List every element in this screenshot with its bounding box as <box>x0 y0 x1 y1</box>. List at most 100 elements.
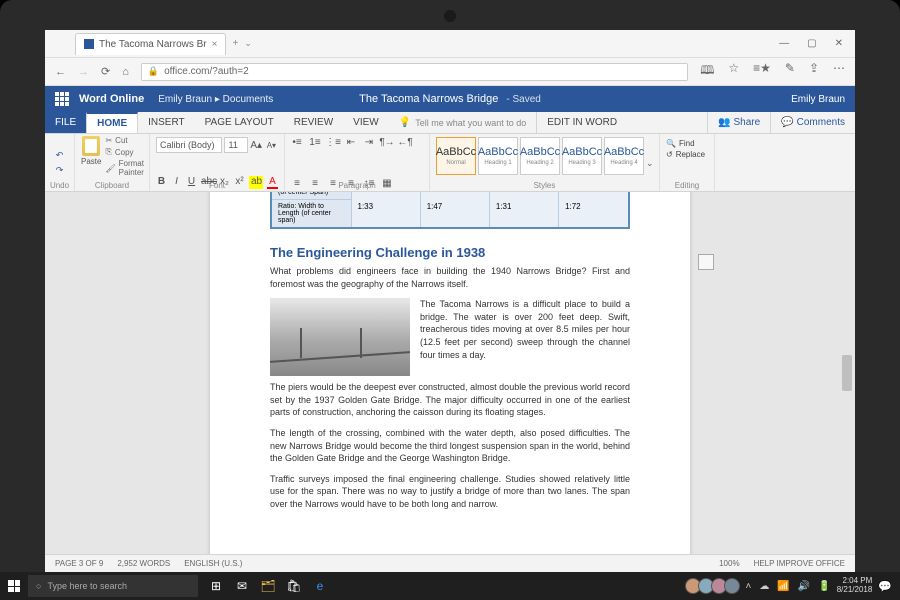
share-icon: 👥 <box>718 117 730 128</box>
grow-font-icon[interactable]: A▴ <box>250 140 263 151</box>
forward-icon[interactable]: → <box>78 66 89 78</box>
notes-icon[interactable]: ✎ <box>785 61 795 82</box>
table-cell: (of center Span) <box>271 192 351 200</box>
refresh-icon[interactable]: ⟳ <box>101 65 110 78</box>
share-page-icon[interactable]: ⇪ <box>809 61 819 82</box>
app-launcher-icon[interactable] <box>55 92 69 106</box>
comments-button[interactable]: 💬Comments <box>770 112 855 133</box>
user-name[interactable]: Emily Braun <box>791 94 845 105</box>
battery-icon[interactable]: 🔋 <box>818 581 830 592</box>
new-tab-button[interactable]: + <box>232 38 238 49</box>
word-favicon <box>84 39 94 49</box>
address-bar[interactable]: 🔒 office.com/?auth=2 <box>141 63 688 81</box>
tab-view[interactable]: VIEW <box>343 112 389 133</box>
tab-insert[interactable]: INSERT <box>138 112 195 133</box>
decrease-indent-icon[interactable]: ⇤ <box>345 136 357 148</box>
action-center-icon[interactable]: 💬 <box>878 580 892 593</box>
browser-tab[interactable]: The Tacoma Narrows Br × <box>75 33 226 55</box>
replace-button[interactable]: ↺Replace <box>666 150 708 159</box>
table-cell: 1:33 <box>351 192 420 228</box>
windows-taskbar: ○Type here to search ⊞ ✉ 🗂 🛍 e ˄ ☁ 📶 🔊 🔋… <box>0 572 900 600</box>
font-size-select[interactable]: 11 <box>224 137 247 153</box>
help-improve-link[interactable]: HELP IMPROVE OFFICE <box>754 559 845 568</box>
copy-icon: ⎘ <box>105 147 111 157</box>
find-button[interactable]: 🔍Find <box>666 139 708 148</box>
styles-group: AaBbCcNormal AaBbCcHeading 1 AaBbCcHeadi… <box>430 134 660 191</box>
inline-image[interactable] <box>270 298 410 376</box>
style-heading-4[interactable]: AaBbCcHeading 4 <box>604 137 644 175</box>
paste-button[interactable]: Paste <box>81 136 101 176</box>
tab-page-layout[interactable]: PAGE LAYOUT <box>195 112 284 133</box>
favorites-hub-icon[interactable]: ≡★ <box>753 61 771 82</box>
increase-indent-icon[interactable]: ⇥ <box>363 136 375 148</box>
favorite-icon[interactable]: ☆ <box>728 61 739 82</box>
edit-in-word-button[interactable]: EDIT IN WORD <box>536 112 627 133</box>
data-table[interactable]: (of center Span) 1:33 1:47 1:31 1:72 Rat… <box>270 192 630 229</box>
onedrive-icon[interactable]: ☁ <box>759 581 769 592</box>
scrollbar-thumb[interactable] <box>842 355 852 391</box>
volume-icon[interactable]: 🔊 <box>798 581 810 592</box>
heading-2: The Engineering Challenge in 1938 <box>270 245 630 260</box>
store-icon[interactable]: 🛍 <box>282 572 306 600</box>
table-cell: 1:31 <box>489 192 558 228</box>
clipboard-group: Paste ✂Cut ⎘Copy 🖌Format Painter Clipboa… <box>75 134 150 191</box>
redo-icon[interactable]: ↷ <box>56 165 64 176</box>
font-family-select[interactable]: Calibri (Body) <box>156 137 222 153</box>
style-heading-3[interactable]: AaBbCcHeading 3 <box>562 137 602 175</box>
taskbar-search[interactable]: ○Type here to search <box>28 575 198 597</box>
start-button[interactable] <box>0 580 28 592</box>
avatar[interactable] <box>724 578 740 594</box>
windows-logo-icon <box>8 580 20 592</box>
maximize-window-icon[interactable]: ▢ <box>807 38 816 49</box>
table-cell: 1:47 <box>420 192 489 228</box>
document-title[interactable]: The Tacoma Narrows Bridge- Saved <box>359 93 541 105</box>
multilevel-list-icon[interactable]: ⋮≡ <box>327 136 339 148</box>
paragraph-group: •≡ 1≡ ⋮≡ ⇤ ⇥ ¶→ ←¶ ≡ ≡ ≡ ≡ ↕≡ ▦ Paragrap… <box>285 134 430 191</box>
word-count[interactable]: 2,952 WORDS <box>117 559 170 568</box>
cortana-icon: ○ <box>36 581 41 591</box>
tab-home[interactable]: HOME <box>86 112 138 133</box>
minimize-window-icon[interactable]: — <box>779 38 789 49</box>
document-canvas[interactable]: (of center Span) 1:33 1:47 1:31 1:72 Rat… <box>45 192 855 554</box>
style-heading-2[interactable]: AaBbCcHeading 2 <box>520 137 560 175</box>
browser-tab-strip: The Tacoma Narrows Br × + ⌄ — ▢ ✕ <box>45 30 855 58</box>
style-normal[interactable]: AaBbCcNormal <box>436 137 476 175</box>
ruler-marker[interactable] <box>698 254 714 270</box>
tray-chevron-icon[interactable]: ˄ <box>746 581 752 592</box>
file-explorer-icon[interactable]: 🗂 <box>256 572 280 600</box>
task-view-icon[interactable]: ⊞ <box>204 572 228 600</box>
back-icon[interactable]: ← <box>55 66 66 78</box>
settings-icon[interactable]: ⋯ <box>833 61 845 82</box>
language[interactable]: ENGLISH (U.S.) <box>184 559 242 568</box>
home-icon[interactable]: ⌂ <box>122 66 129 78</box>
page: (of center Span) 1:33 1:47 1:31 1:72 Rat… <box>210 192 690 554</box>
zoom-level[interactable]: 100% <box>719 559 739 568</box>
taskbar-clock[interactable]: 2:04 PM8/21/2018 <box>837 577 873 595</box>
breadcrumb[interactable]: Emily Braun ▸ Documents <box>158 94 273 105</box>
share-button[interactable]: 👥Share <box>707 112 770 133</box>
format-painter-button[interactable]: 🖌Format Painter <box>105 159 144 177</box>
page-count[interactable]: PAGE 3 OF 9 <box>55 559 103 568</box>
cut-button[interactable]: ✂Cut <box>105 136 144 145</box>
tab-file[interactable]: FILE <box>45 112 86 133</box>
numbering-icon[interactable]: 1≡ <box>309 136 321 148</box>
ltr-icon[interactable]: ¶→ <box>381 136 393 148</box>
copy-button[interactable]: ⎘Copy <box>105 147 144 157</box>
bullets-icon[interactable]: •≡ <box>291 136 303 148</box>
shrink-font-icon[interactable]: A▾ <box>265 141 278 150</box>
style-heading-1[interactable]: AaBbCcHeading 1 <box>478 137 518 175</box>
people-bar[interactable] <box>688 578 740 594</box>
close-window-icon[interactable]: ✕ <box>835 38 843 49</box>
reading-view-icon[interactable]: 🕮 <box>700 61 714 82</box>
tell-me-search[interactable]: 💡Tell me what you want to do <box>389 112 537 133</box>
mail-icon[interactable]: ✉ <box>230 572 254 600</box>
tab-review[interactable]: REVIEW <box>284 112 343 133</box>
wifi-icon[interactable]: 📶 <box>777 581 789 592</box>
tab-actions-icon[interactable]: ⌄ <box>244 38 252 49</box>
undo-icon[interactable]: ↶ <box>56 150 64 161</box>
edge-icon[interactable]: e <box>308 572 332 600</box>
styles-more-icon[interactable]: ⌄ <box>646 158 654 169</box>
url-text: office.com/?auth=2 <box>164 66 249 77</box>
rtl-icon[interactable]: ←¶ <box>399 136 411 148</box>
close-tab-icon[interactable]: × <box>212 39 218 50</box>
